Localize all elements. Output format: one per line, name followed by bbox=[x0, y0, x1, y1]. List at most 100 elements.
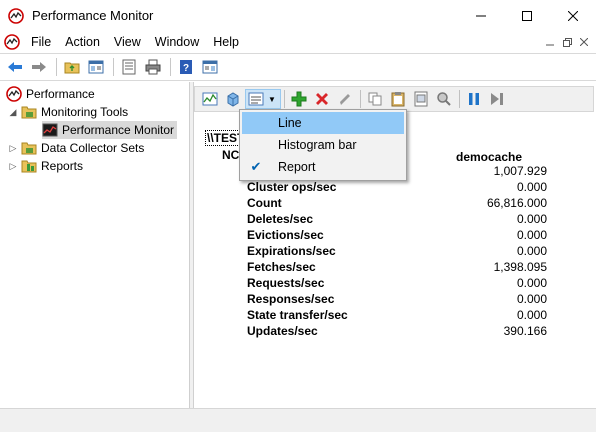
graph-type-icon bbox=[248, 92, 264, 106]
report-counter-label: Fetches/sec bbox=[247, 260, 316, 274]
freeze-display-button[interactable] bbox=[463, 89, 485, 109]
properties-icon bbox=[414, 91, 428, 107]
add-counter-button[interactable] bbox=[288, 89, 310, 109]
report-row: Updates/sec 390.166 bbox=[247, 324, 547, 340]
zoom-icon bbox=[437, 92, 451, 106]
menu-action[interactable]: Action bbox=[58, 31, 107, 53]
report-row: Cluster ops/sec 0.000 bbox=[247, 180, 547, 196]
current-activity-icon bbox=[202, 92, 218, 106]
menu-item-label: Report bbox=[278, 160, 316, 174]
tree-item-label: Performance bbox=[26, 87, 95, 101]
report-counter-label: Requests/sec bbox=[247, 276, 325, 290]
menu-bar: File Action View Window Help bbox=[0, 31, 596, 53]
toolbar-separator bbox=[459, 90, 460, 108]
up-folder-button[interactable] bbox=[61, 56, 83, 78]
tree-item-performance-monitor[interactable]: Performance Monitor bbox=[42, 121, 178, 139]
report-counter-label: Updates/sec bbox=[247, 324, 318, 338]
mdi-restore-button[interactable] bbox=[559, 34, 575, 50]
forward-button[interactable] bbox=[28, 56, 50, 78]
menu-help[interactable]: Help bbox=[206, 31, 246, 53]
svg-text:?: ? bbox=[183, 63, 189, 74]
report-value: 0.000 bbox=[516, 180, 547, 194]
report-object-name: NC bbox=[222, 148, 240, 162]
graph-properties-button[interactable] bbox=[410, 89, 432, 109]
step-forward-icon bbox=[491, 93, 503, 105]
report-value: 0.000 bbox=[516, 292, 547, 306]
status-bar bbox=[0, 408, 596, 432]
restore-icon bbox=[562, 37, 572, 47]
delete-counter-button[interactable] bbox=[311, 89, 333, 109]
chevron-right-icon[interactable]: ▷ bbox=[8, 161, 18, 172]
copy-icon bbox=[368, 92, 382, 106]
log-data-icon bbox=[227, 92, 239, 107]
graph-type-line[interactable]: Line bbox=[242, 112, 404, 134]
menu-item-label: Line bbox=[278, 116, 302, 130]
report-value: 0.000 bbox=[516, 212, 547, 226]
minimize-button[interactable] bbox=[458, 0, 504, 31]
console-tree: Performance ◢ Monitoring Tools Performan… bbox=[0, 82, 190, 408]
tree-item-performance[interactable]: Performance bbox=[6, 85, 95, 103]
view-log-data-button[interactable] bbox=[222, 89, 244, 109]
folder-icon bbox=[21, 142, 37, 155]
report-counter-label: Deletes/sec bbox=[247, 212, 314, 226]
copy-properties-button[interactable] bbox=[364, 89, 386, 109]
report-row: Requests/sec 0.000 bbox=[247, 276, 547, 292]
print-icon bbox=[145, 59, 161, 75]
tree-item-monitoring-tools[interactable]: ◢ Monitoring Tools bbox=[8, 103, 129, 121]
menu-window[interactable]: Window bbox=[148, 31, 206, 53]
print-button[interactable] bbox=[142, 56, 164, 78]
back-button[interactable] bbox=[4, 56, 26, 78]
change-graph-type-dropdown[interactable]: ▼ bbox=[245, 89, 281, 109]
close-icon bbox=[568, 10, 578, 21]
report-value: 1,007.929 bbox=[493, 164, 547, 178]
perfmon-app-icon bbox=[8, 7, 24, 24]
graph-type-histogram-bar[interactable]: Histogram bar bbox=[242, 134, 404, 156]
tree-item-label: Reports bbox=[41, 159, 84, 173]
perfmon-menu-icon[interactable] bbox=[4, 34, 20, 50]
tree-item-reports[interactable]: ▷ Reports bbox=[8, 157, 84, 175]
report-row: Expirations/sec 0.000 bbox=[247, 244, 547, 260]
help-button[interactable]: ? bbox=[175, 56, 197, 78]
show-hide-console-tree-button[interactable] bbox=[85, 56, 107, 78]
graph-type-report[interactable]: ✔ Report bbox=[242, 156, 404, 178]
window-title: Performance Monitor bbox=[32, 8, 154, 23]
maximize-icon bbox=[522, 10, 532, 21]
report-value: 0.000 bbox=[516, 244, 547, 258]
report-value: 1,398.095 bbox=[493, 260, 547, 274]
highlight-button[interactable] bbox=[334, 89, 356, 109]
perfmon-icon bbox=[6, 86, 22, 102]
report-value: 0.000 bbox=[516, 276, 547, 290]
report-value: 0.000 bbox=[516, 228, 547, 242]
toolbar-separator bbox=[113, 58, 114, 76]
tree-item-data-collector-sets[interactable]: ▷ Data Collector Sets bbox=[8, 139, 145, 157]
minimize-icon bbox=[476, 15, 486, 16]
tree-item-label: Performance Monitor bbox=[62, 123, 175, 137]
report-row: Evictions/sec 0.000 bbox=[247, 228, 547, 244]
report-row: State transfer/sec 0.000 bbox=[247, 308, 547, 324]
close-icon bbox=[580, 38, 588, 46]
mdi-minimize-button[interactable] bbox=[542, 34, 558, 50]
maximize-button[interactable] bbox=[504, 0, 550, 31]
paste-counter-list-button[interactable] bbox=[387, 89, 409, 109]
view-current-activity-button[interactable] bbox=[199, 89, 221, 109]
tree-item-label: Data Collector Sets bbox=[41, 141, 145, 155]
back-arrow-icon bbox=[8, 62, 22, 72]
zoom-button[interactable] bbox=[433, 89, 455, 109]
toolbar-separator bbox=[360, 90, 361, 108]
folder-icon bbox=[21, 106, 37, 119]
highlight-pen-icon bbox=[340, 94, 350, 105]
update-data-button[interactable] bbox=[486, 89, 508, 109]
close-button[interactable] bbox=[550, 0, 596, 31]
help-book-icon: ? bbox=[180, 60, 192, 74]
forward-arrow-icon bbox=[32, 62, 46, 72]
chevron-right-icon[interactable]: ▷ bbox=[8, 143, 18, 154]
menu-file[interactable]: File bbox=[24, 31, 58, 53]
report-counter-label: Count bbox=[247, 196, 282, 210]
mdi-close-button[interactable] bbox=[576, 34, 592, 50]
properties-button[interactable] bbox=[118, 56, 140, 78]
menu-view[interactable]: View bbox=[107, 31, 148, 53]
toolbar-separator bbox=[284, 90, 285, 108]
show-hide-action-pane-button[interactable] bbox=[199, 56, 221, 78]
graph-type-menu: Line Histogram bar ✔ Report bbox=[239, 109, 407, 181]
chevron-down-icon[interactable]: ◢ bbox=[8, 107, 18, 118]
